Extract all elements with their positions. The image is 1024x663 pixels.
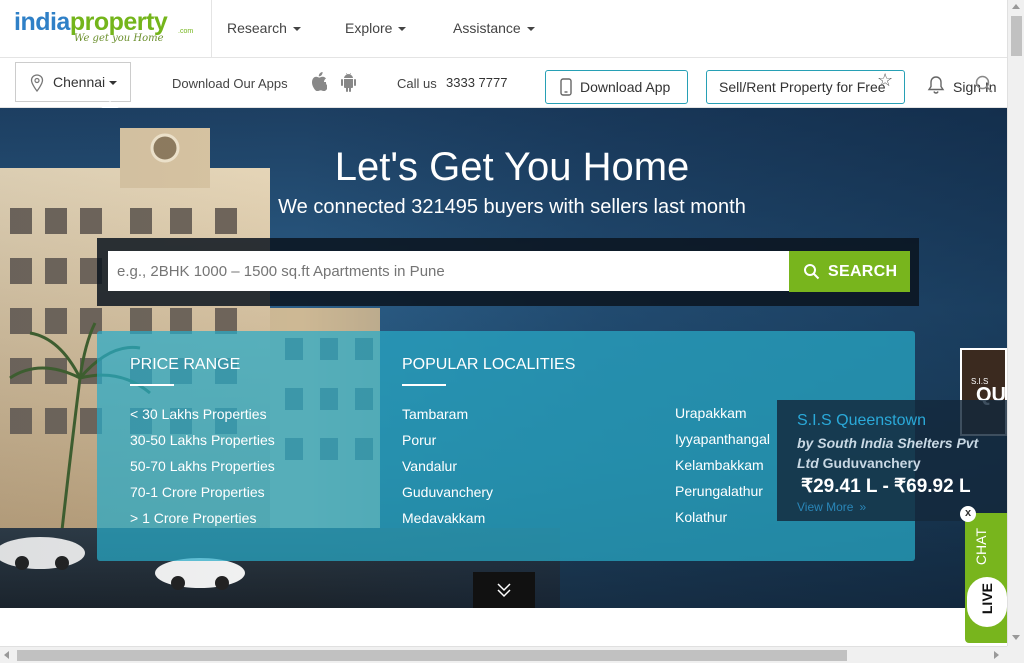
price-range-link[interactable]: > 1 Crore Properties: [130, 510, 256, 526]
live-chat-widget[interactable]: x CHAT LIVE: [960, 506, 1007, 643]
scroll-left-arrow-icon[interactable]: [4, 651, 9, 659]
project-price-range: ₹29.41 L - ₹69.92 L: [801, 476, 971, 497]
horizontal-scrollbar[interactable]: [0, 646, 1007, 663]
chevron-down-icon: [398, 27, 407, 32]
price-range-link[interactable]: 50-70 Lakhs Properties: [130, 458, 275, 474]
chevron-down-icon: [109, 81, 117, 85]
android-icon[interactable]: [340, 73, 357, 97]
nav-research-label: Research: [227, 20, 287, 36]
page: indiaproperty .com We get you Home Resea…: [0, 0, 1024, 663]
logo-part-property: property: [69, 8, 168, 36]
scroll-up-arrow-icon[interactable]: [1012, 4, 1020, 9]
hero-banner: Let's Get You Home We connected 321495 b…: [0, 108, 1007, 608]
secondary-bar: Chennai Download Our Apps Call us 3333 7…: [0, 58, 1007, 109]
price-range-link[interactable]: 70-1 Crore Properties: [130, 484, 265, 500]
search-button[interactable]: SEARCH: [789, 251, 910, 292]
search-icon[interactable]: [974, 74, 994, 99]
search-button-label: SEARCH: [828, 263, 898, 280]
sell-rent-property-button[interactable]: Sell/Rent Property for Free: [706, 70, 905, 104]
chevron-down-icon: [526, 27, 535, 32]
locality-link[interactable]: Vandalur: [402, 458, 457, 474]
phone-number[interactable]: 3333 7777: [446, 75, 507, 90]
nav-research[interactable]: Research: [227, 20, 301, 36]
heading-underline: [402, 384, 446, 386]
locality-link[interactable]: Kolathur: [675, 509, 727, 525]
city-name: Chennai: [53, 74, 106, 90]
price-range-heading: PRICE RANGE: [130, 356, 241, 373]
download-app-button[interactable]: Download App: [545, 70, 688, 104]
hero-subtitle: We connected 321495 buyers with sellers …: [278, 196, 746, 218]
property-search-input[interactable]: [108, 251, 789, 291]
download-apps-text: Download Our Apps: [172, 76, 288, 91]
shortlist-star-icon[interactable]: ☆: [877, 70, 893, 91]
search-bar: SEARCH: [97, 238, 919, 306]
nav-assistance[interactable]: Assistance: [453, 20, 535, 36]
logo-suffix: .com: [178, 28, 194, 35]
locality-link[interactable]: Urapakkam: [675, 405, 747, 421]
locality-link[interactable]: Guduvanchery: [402, 484, 493, 500]
heading-underline: [130, 384, 174, 386]
chevron-down-icon: [292, 27, 301, 32]
search-icon: [803, 263, 820, 285]
location-pin-icon: [30, 74, 44, 97]
chevron-down-icon: [497, 582, 511, 603]
featured-project-card[interactable]: S.I.S Queenstown by South India Shelters…: [777, 400, 1007, 521]
popular-localities-heading: POPULAR LOCALITIES: [402, 356, 576, 373]
scroll-down-arrow-icon[interactable]: [1012, 635, 1020, 640]
hero-title: Let's Get You Home: [334, 145, 690, 189]
chat-bubble-icon: LIVE: [967, 577, 1007, 627]
project-location: Guduvanchery: [822, 455, 921, 471]
bell-icon: [926, 75, 946, 98]
apple-icon[interactable]: [311, 72, 329, 96]
logo-part-india: india: [14, 8, 70, 36]
scrollbar-thumb[interactable]: [17, 650, 847, 661]
scroll-down-button[interactable]: [473, 572, 535, 608]
call-us-label: Call us: [397, 76, 437, 91]
site-logo[interactable]: indiaproperty .com We get you Home: [0, 0, 212, 58]
nav-explore-label: Explore: [345, 20, 393, 36]
mobile-phone-icon: [560, 78, 572, 99]
locality-link[interactable]: Kelambakkam: [675, 457, 764, 473]
scroll-right-arrow-icon[interactable]: [994, 651, 999, 659]
download-app-label: Download App: [580, 79, 671, 95]
nav-explore[interactable]: Explore: [345, 20, 407, 36]
locality-link[interactable]: Tambaram: [402, 406, 468, 422]
price-range-link[interactable]: < 30 Lakhs Properties: [130, 406, 267, 422]
locality-link[interactable]: Perungalathur: [675, 483, 763, 499]
double-chevron-right-icon: »: [859, 500, 867, 514]
nav-assistance-label: Assistance: [453, 20, 521, 36]
close-icon[interactable]: x: [960, 506, 976, 522]
top-navigation: indiaproperty .com We get you Home Resea…: [0, 0, 1007, 58]
live-chat-label: CHAT: [973, 528, 989, 566]
scrollbar-corner: [1007, 646, 1024, 663]
price-range-link[interactable]: 30-50 Lakhs Properties: [130, 432, 275, 448]
project-developer: by South India Shelters Pvt Ltd Guduvanc…: [797, 433, 997, 473]
project-name[interactable]: S.I.S Queenstown: [797, 412, 926, 430]
logo-tagline: We get you Home: [74, 33, 164, 44]
view-more-link[interactable]: View More »: [797, 500, 866, 514]
view-more-label: View More: [797, 500, 854, 514]
locality-link[interactable]: Iyyapanthangal: [675, 431, 770, 447]
live-label: LIVE: [979, 583, 995, 615]
locality-link[interactable]: Porur: [402, 432, 436, 448]
locality-link[interactable]: Medavakkam: [402, 510, 485, 526]
scrollbar-thumb[interactable]: [1011, 16, 1022, 56]
city-selector[interactable]: Chennai: [15, 62, 131, 109]
sell-rent-label: Sell/Rent Property for Free: [719, 79, 886, 95]
vertical-scrollbar[interactable]: [1007, 0, 1024, 650]
